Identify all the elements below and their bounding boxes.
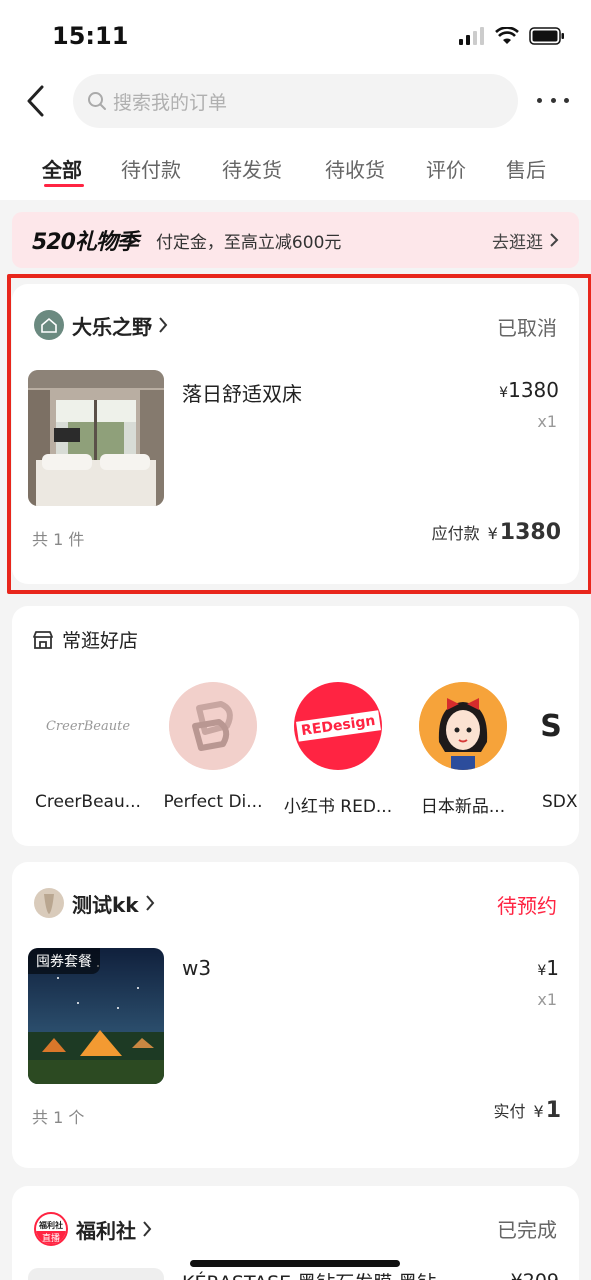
battery-icon xyxy=(529,27,564,45)
order-status: 待预约 xyxy=(497,894,557,918)
store-item[interactable]: CreerBeaute CreerBeau... xyxy=(28,682,148,812)
promo-badge: 520礼物季 xyxy=(32,230,139,255)
tab-pending-shipment[interactable]: 待发货 xyxy=(222,154,282,183)
store-name: 小红书 RED... xyxy=(283,797,393,817)
home-indicator xyxy=(190,1260,400,1267)
more-dot-icon xyxy=(564,97,569,103)
live-badge: 直播 xyxy=(36,1231,66,1244)
product-quantity: x1 xyxy=(537,990,557,1009)
product-image[interactable] xyxy=(28,1268,164,1280)
order-card[interactable]: 测试kk 待预约 囤券套餐 w3 ¥1 x1 共 1 个 实付 ¥ 1 xyxy=(12,862,579,1168)
price-currency: ¥ xyxy=(537,963,547,979)
more-dot-icon xyxy=(537,97,542,103)
product-title[interactable]: KÉRASTASE 黑钻石发膜 黑钻 xyxy=(182,1268,482,1280)
total-currency: ¥ xyxy=(533,1102,544,1121)
store-avatar: S xyxy=(522,682,579,770)
nav-bar: 搜索我的订单 xyxy=(0,72,591,134)
store-item[interactable]: Perfect Di... xyxy=(153,682,273,812)
more-options-button[interactable] xyxy=(537,90,569,110)
shop-name: 测试kk xyxy=(72,892,139,917)
perfect-diary-logo-icon xyxy=(169,682,257,770)
order-tabs: 全部 待付款 待发货 待收货 评价 售后 xyxy=(0,134,591,200)
store-icon xyxy=(33,630,53,649)
promo-link[interactable]: 去逛逛 xyxy=(492,228,559,253)
shop-link[interactable]: 福利社 直播 福利社 xyxy=(34,1212,152,1246)
back-button[interactable] xyxy=(24,84,54,120)
favorite-stores-card: 常逛好店 CreerBeaute CreerBeau... Perfect Di… xyxy=(12,606,579,846)
store-logo-text: S xyxy=(540,708,562,744)
order-total: 实付 ¥ 1 xyxy=(493,1098,561,1123)
favorite-stores-header: 常逛好店 xyxy=(32,626,138,653)
item-count: 共 1 个 xyxy=(32,1108,85,1127)
price-value: 1 xyxy=(546,956,559,980)
voucher-package-tag: 囤券套餐 xyxy=(28,948,100,974)
signal-icon xyxy=(459,27,484,45)
store-avatar: REDesign xyxy=(294,682,382,770)
favorite-stores-title: 常逛好店 xyxy=(62,630,139,652)
tab-all[interactable]: 全部 xyxy=(42,154,82,183)
order-status: 已完成 xyxy=(497,1218,557,1242)
store-avatar xyxy=(419,682,507,770)
promo-link-label: 去逛逛 xyxy=(492,232,543,253)
store-avatar: CreerBeaute xyxy=(44,682,132,770)
store-name: Perfect Di... xyxy=(163,792,263,812)
selection-highlight xyxy=(7,274,591,594)
tab-pending-receipt[interactable]: 待收货 xyxy=(325,154,385,183)
tab-after-sales[interactable]: 售后 xyxy=(506,154,546,183)
product-price: ¥1 xyxy=(537,956,559,980)
promo-banner[interactable]: 520礼物季 付定金，至高立减600元 去逛逛 xyxy=(12,212,579,268)
store-avatar xyxy=(169,682,257,770)
more-dot-icon xyxy=(550,97,556,103)
tab-pending-payment[interactable]: 待付款 xyxy=(121,154,181,183)
status-time: 15:11 xyxy=(52,22,129,50)
store-logo-text: REDesign xyxy=(295,710,381,742)
total-amount: 1 xyxy=(545,1098,561,1123)
shop-link[interactable]: 测试kk xyxy=(34,888,155,918)
promo-text: 付定金，至高立减600元 xyxy=(155,232,342,253)
status-bar: 15:11 xyxy=(0,0,591,72)
store-item[interactable]: 日本新品... xyxy=(403,682,523,817)
total-label: 实付 xyxy=(493,1102,526,1121)
cartoon-girl-avatar-icon xyxy=(419,682,507,770)
store-item[interactable]: REDesign 小红书 RED... xyxy=(278,682,398,817)
search-input[interactable]: 搜索我的订单 xyxy=(73,74,518,128)
status-icons xyxy=(459,27,565,45)
back-arrow-icon xyxy=(27,85,44,117)
chevron-right-icon xyxy=(550,233,559,247)
product-price: ¥209 xyxy=(511,1270,559,1280)
shop-badge-text: 福利社 xyxy=(39,1221,63,1230)
store-logo-text: CreerBeaute xyxy=(45,718,131,734)
store-name: 日本新品... xyxy=(420,797,506,817)
store-name: CreerBeau... xyxy=(35,792,141,812)
chevron-right-icon xyxy=(143,1221,152,1237)
search-icon xyxy=(88,92,106,110)
active-tab-indicator xyxy=(44,184,84,187)
product-image[interactable]: 囤券套餐 xyxy=(28,948,164,1084)
store-name: SDX xyxy=(542,792,578,812)
store-item[interactable]: S SDX xyxy=(512,682,579,812)
product-title[interactable]: w3 xyxy=(182,956,211,980)
shop-name: 福利社 xyxy=(76,1218,136,1243)
wifi-icon xyxy=(495,27,519,44)
shop-avatar-icon xyxy=(34,888,64,918)
shop-avatar: 福利社 直播 xyxy=(34,1212,68,1246)
search-placeholder: 搜索我的订单 xyxy=(113,91,228,114)
chevron-right-icon xyxy=(145,895,154,911)
tab-review[interactable]: 评价 xyxy=(426,154,466,183)
